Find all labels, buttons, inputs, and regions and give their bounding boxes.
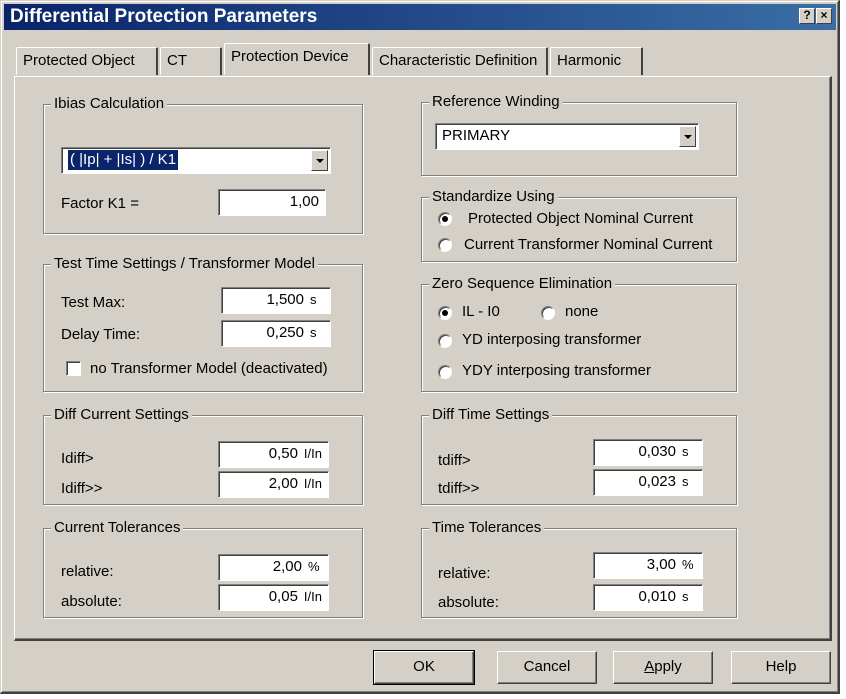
- none-label: none: [565, 303, 599, 320]
- field-value: 1,00: [289, 193, 319, 210]
- diff-time-group: Diff Time Settings tdiff> 0,030 s tdiff>>…: [421, 406, 737, 505]
- field-value: 2,00: [272, 558, 302, 575]
- radio-il-i0[interactable]: [438, 306, 452, 320]
- close-icon[interactable]: ×: [816, 8, 832, 24]
- title-bar[interactable]: Differential Protection Parameters ? ×: [4, 4, 836, 30]
- field-value: 0,010: [638, 588, 676, 605]
- group-title: Diff Time Settings: [429, 406, 553, 424]
- delay-time-label: Delay Time:: [61, 326, 141, 343]
- ibias-calculation-group: Ibias Calculation ( |Ip| + |Is| ) / K1 F…: [43, 95, 363, 234]
- combo-value: ( |Ip| + |Is| ) / K1: [66, 149, 180, 171]
- tdiff-label: tdiff>: [438, 452, 471, 469]
- current-relative-label: relative:: [61, 563, 114, 580]
- test-max-label: Test Max:: [61, 294, 126, 311]
- unit-label: s: [682, 444, 689, 459]
- group-title: Current Tolerances: [51, 519, 184, 537]
- chevron-down-icon[interactable]: [679, 126, 696, 147]
- factor-k1-label: Factor K1 =: [61, 195, 139, 212]
- time-absolute-label: absolute:: [438, 594, 499, 611]
- help-icon[interactable]: ?: [799, 8, 815, 24]
- tab-protected-object[interactable]: Protected Object: [16, 47, 158, 75]
- ibias-formula-combo[interactable]: ( |Ip| + |Is| ) / K1: [61, 147, 331, 174]
- zero-sequence-group: Zero Sequence Elimination IL - I0 none Y…: [421, 275, 737, 392]
- no-transformer-model-label: no Transformer Model (deactivated): [90, 360, 328, 377]
- field-value: 0,250: [266, 324, 304, 341]
- unit-label: %: [682, 557, 694, 572]
- no-transformer-model-checkbox[interactable]: [66, 361, 81, 376]
- apply-accelerator: A: [644, 658, 655, 675]
- apply-button[interactable]: Apply: [613, 651, 713, 684]
- delay-time-input[interactable]: 0,250 s: [221, 320, 331, 347]
- field-value: 0,50: [268, 445, 298, 462]
- tab-ct[interactable]: CT: [160, 47, 222, 75]
- tdiff-input[interactable]: 0,030 s: [593, 439, 703, 466]
- help-button[interactable]: Help: [731, 651, 831, 684]
- field-value: 3,00: [646, 556, 676, 573]
- time-tolerances-group: Time Tolerances relative: 3,00% absolute…: [421, 519, 737, 618]
- field-value: 0,05: [268, 588, 298, 605]
- radio-ydy[interactable]: [438, 365, 452, 379]
- protected-object-label: Protected Object Nominal Current: [468, 210, 694, 227]
- idiff-label: Idiff>: [61, 450, 94, 467]
- group-title: Diff Current Settings: [51, 406, 192, 424]
- field-value: 0,023: [638, 473, 676, 490]
- combo-value: PRIMARY: [442, 127, 511, 144]
- current-relative-input[interactable]: 2,00%: [218, 554, 329, 581]
- reference-winding-combo[interactable]: PRIMARY: [435, 123, 699, 150]
- unit-label: I/In: [303, 476, 322, 491]
- group-title: Zero Sequence Elimination: [429, 275, 616, 293]
- time-relative-input[interactable]: 3,00%: [593, 552, 703, 579]
- apply-label-rest: pply: [654, 658, 682, 675]
- ok-button[interactable]: OK: [373, 650, 475, 685]
- standardize-using-group: Standardize Using Protected Object Nomin…: [421, 188, 737, 262]
- tdiff2-input[interactable]: 0,023 s: [593, 469, 703, 496]
- group-title: Test Time Settings / Transformer Model: [51, 255, 318, 273]
- reference-winding-group: Reference Winding PRIMARY: [421, 93, 737, 176]
- unit-label: s: [682, 474, 689, 489]
- current-absolute-input[interactable]: 0,05 I/In: [218, 584, 329, 611]
- unit-label: s: [682, 589, 689, 604]
- time-absolute-input[interactable]: 0,010 s: [593, 584, 703, 611]
- dialog-window: Differential Protection Parameters ? × P…: [0, 0, 840, 694]
- field-value: 0,030: [638, 443, 676, 460]
- radio-protected-object[interactable]: [438, 212, 452, 226]
- time-relative-label: relative:: [438, 565, 491, 582]
- tab-characteristic-definition[interactable]: Characteristic Definition: [372, 47, 548, 75]
- unit-label: I/In: [303, 589, 322, 604]
- field-value: 2,00: [268, 475, 298, 492]
- current-tolerances-group: Current Tolerances relative: 2,00% absol…: [43, 519, 363, 618]
- diff-current-group: Diff Current Settings Idiff> 0,50 I/In Id…: [43, 406, 363, 505]
- yd-label: YD interposing transformer: [462, 331, 642, 348]
- idiff2-label: Idiff>>: [61, 480, 103, 497]
- current-absolute-label: absolute:: [61, 593, 122, 610]
- group-title: Standardize Using: [429, 188, 558, 206]
- idiff2-input[interactable]: 2,00 I/In: [218, 471, 329, 498]
- radio-current-transformer[interactable]: [438, 238, 452, 252]
- idiff-input[interactable]: 0,50 I/In: [218, 441, 329, 468]
- il-i0-label: IL - I0: [462, 303, 500, 320]
- group-title: Time Tolerances: [429, 519, 545, 537]
- current-transformer-label: Current Transformer Nominal Current: [464, 236, 713, 253]
- ydy-label: YDY interposing transformer: [462, 362, 651, 379]
- tdiff2-label: tdiff>>: [438, 480, 480, 497]
- factor-k1-input[interactable]: 1,00: [218, 189, 326, 216]
- group-title: Reference Winding: [429, 93, 563, 111]
- chevron-down-icon[interactable]: [311, 150, 328, 171]
- window-title: Differential Protection Parameters: [10, 6, 318, 27]
- group-title: Ibias Calculation: [51, 95, 168, 113]
- tab-harmonic[interactable]: Harmonic: [550, 47, 643, 75]
- test-max-input[interactable]: 1,500 s: [221, 287, 331, 314]
- test-time-group: Test Time Settings / Transformer Model T…: [43, 255, 363, 392]
- unit-label: s: [310, 292, 317, 307]
- unit-label: s: [310, 325, 317, 340]
- unit-label: I/In: [303, 446, 322, 461]
- cancel-button[interactable]: Cancel: [497, 651, 597, 684]
- field-value: 1,500: [266, 291, 304, 308]
- radio-none[interactable]: [541, 306, 555, 320]
- unit-label: %: [308, 559, 320, 574]
- tab-protection-device[interactable]: Protection Device: [224, 43, 370, 75]
- radio-yd[interactable]: [438, 334, 452, 348]
